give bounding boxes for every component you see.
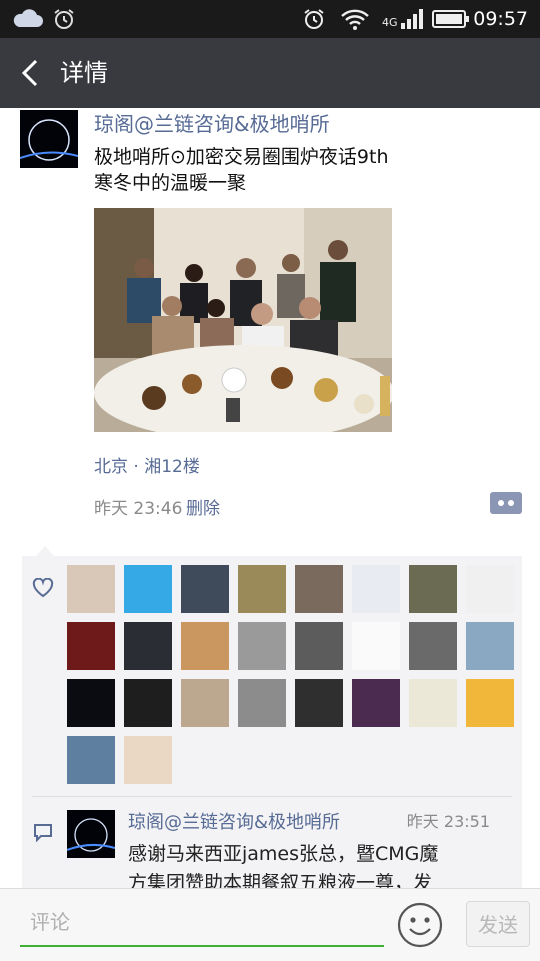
status-bar: 4G 09:57	[0, 0, 540, 38]
post-text: 极地哨所⊙加密交易圈围炉夜话9th 寒冬中的温暖一聚	[94, 144, 514, 196]
liker-avatar[interactable]	[181, 565, 229, 613]
page-title: 详情	[60, 59, 108, 87]
comment-input-bar: 发送	[0, 888, 540, 961]
post-location[interactable]: 北京 · 湘12楼	[94, 452, 200, 477]
post-timestamp: 昨天 23:46	[94, 499, 183, 519]
liker-avatar[interactable]	[124, 565, 172, 613]
liker-avatar[interactable]	[409, 565, 457, 613]
liker-avatar[interactable]	[124, 736, 172, 784]
post-text-line: 寒冬中的温暖一聚	[94, 172, 247, 194]
poster-avatar[interactable]	[20, 110, 78, 168]
liker-avatar[interactable]	[67, 736, 115, 784]
comment-time: 昨天 23:51	[406, 812, 490, 831]
likes-comments-panel: 琼阁@兰链咨询&极地哨所 昨天 23:51 感谢马来西亚james张总，暨CMG…	[22, 556, 522, 888]
comment-field-wrapper	[20, 899, 384, 947]
liker-avatar-grid	[67, 565, 527, 795]
commenter-name[interactable]: 琼阁@兰链咨询&极地哨所	[128, 808, 340, 834]
back-arrow-icon[interactable]	[14, 55, 50, 91]
emoji-icon[interactable]	[396, 901, 444, 949]
liker-avatar[interactable]	[67, 622, 115, 670]
wifi-icon	[340, 0, 370, 38]
alarm-icon	[52, 0, 76, 38]
poster-name[interactable]: 琼阁@兰链咨询&极地哨所	[94, 108, 330, 137]
alarm-icon	[302, 0, 326, 38]
liker-avatar[interactable]	[295, 565, 343, 613]
commenter-avatar[interactable]	[67, 810, 115, 858]
comment-text-line: 感谢马来西亚james张总，暨CMG魔	[128, 843, 439, 865]
cloud-icon	[10, 0, 44, 38]
comment-icon	[32, 822, 54, 846]
moment-detail: 琼阁@兰链咨询&极地哨所 极地哨所⊙加密交易圈围炉夜话9th 寒冬中的温暖一聚	[0, 108, 540, 888]
comment-text-line: 方集团赞助本期餐叙五粮液一尊，发	[128, 872, 433, 888]
post-text-line: 极地哨所⊙加密交易圈围炉夜话9th	[94, 146, 389, 168]
panel-pointer	[36, 546, 54, 556]
battery-icon	[432, 0, 470, 38]
network-type: 4G	[382, 15, 398, 29]
liker-avatar[interactable]	[181, 622, 229, 670]
liker-avatar[interactable]	[238, 565, 286, 613]
liker-avatar[interactable]	[466, 679, 514, 727]
liker-avatar[interactable]	[124, 679, 172, 727]
divider	[32, 796, 512, 797]
signal-icon: 4G	[382, 0, 426, 38]
more-actions-icon[interactable]	[490, 492, 522, 514]
liker-avatar[interactable]	[352, 622, 400, 670]
delete-button[interactable]: 删除	[186, 494, 220, 519]
liker-avatar[interactable]	[466, 622, 514, 670]
title-bar: 详情	[0, 38, 540, 108]
post-photo[interactable]	[94, 208, 392, 432]
liker-avatar[interactable]	[181, 679, 229, 727]
liker-avatar[interactable]	[466, 565, 514, 613]
liker-avatar[interactable]	[409, 679, 457, 727]
liker-avatar[interactable]	[352, 565, 400, 613]
liker-avatar[interactable]	[295, 679, 343, 727]
heart-icon	[32, 577, 54, 602]
liker-avatar[interactable]	[238, 679, 286, 727]
liker-avatar[interactable]	[124, 622, 172, 670]
liker-avatar[interactable]	[67, 565, 115, 613]
comment-input[interactable]	[20, 899, 384, 945]
liker-avatar[interactable]	[67, 679, 115, 727]
liker-avatar[interactable]	[409, 622, 457, 670]
liker-avatar[interactable]	[352, 679, 400, 727]
clock: 09:57	[473, 8, 528, 30]
liker-avatar[interactable]	[295, 622, 343, 670]
comment-text: 感谢马来西亚james张总，暨CMG魔 方集团赞助本期餐叙五粮液一尊，发	[128, 840, 498, 888]
liker-avatar[interactable]	[238, 622, 286, 670]
send-button[interactable]: 发送	[466, 901, 530, 947]
